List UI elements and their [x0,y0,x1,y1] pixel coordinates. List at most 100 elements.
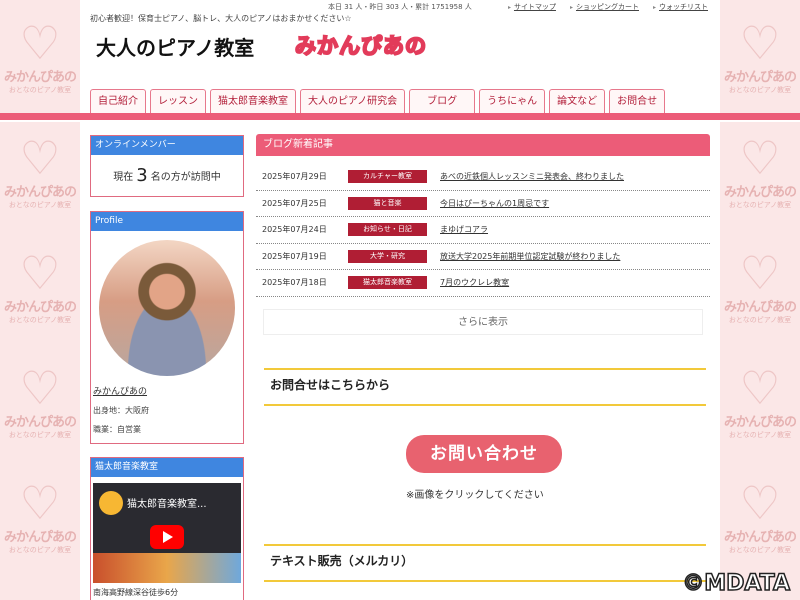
tab-contact[interactable]: お問合せ [609,89,666,113]
post-date: 2025年07月24日 [262,225,327,235]
post-category[interactable]: 猫太郎音楽教室 [348,276,427,290]
tab-adult-piano-study[interactable]: 大人のピアノ研究会 [300,89,406,113]
blog-row: 2025年07月18日 猫太郎音楽教室 7月のウクレレ教室 [256,270,710,297]
heart-note-icon: ♡ [739,361,781,415]
contact-image-button[interactable]: お問い合わせ [406,435,562,473]
post-title-link[interactable]: 今日はぴーちゃんの1周忌です [440,198,549,209]
blog-list: 2025年07月29日 カルチャー教室 あべの近鉄個人レッスンミニ発表会、終わり… [256,164,710,297]
watermark-logo-tile: ♡ みかんぴあの おとなのピアノ教室 [0,135,80,215]
watermark-logo-tile: ♡ みかんぴあの おとなのピアノ教室 [0,480,80,560]
watermark-text: みかんぴあの [723,185,797,200]
contact-heading: お問合せはこちらから [264,368,706,406]
contact-note: ※画像をクリックしてください [406,490,544,501]
site-logo-title[interactable]: 大人のピアノ教室 [96,32,254,61]
heart-note-icon: ♡ [19,246,61,300]
post-title-link[interactable]: まゆげコアラ [440,224,488,235]
blog-row: 2025年07月19日 大学・研究 放送大学2025年前期単位認定試験が終わりま… [256,244,710,270]
blog-row: 2025年07月25日 猫と音楽 今日はぴーちゃんの1周忌です [256,191,710,217]
post-title-link[interactable]: 放送大学2025年前期単位認定試験が終わりました [440,251,620,262]
watermark-logo-tile: ♡ みかんぴあの おとなのピアノ教室 [720,135,800,215]
profile-birthplace: 出身地：大阪府 [93,406,149,415]
play-icon[interactable] [150,525,184,549]
watermark-text: みかんぴあの [723,70,797,85]
sitemap-link[interactable]: サイトマップ [508,2,556,12]
nav-underline [0,113,800,120]
watermark-text: みかんぴあの [3,300,77,315]
heart-note-icon: ♡ [19,131,61,185]
watermark-text: みかんぴあの [3,415,77,430]
blog-row: 2025年07月29日 カルチャー教室 あべの近鉄個人レッスンミニ発表会、終わり… [256,164,710,191]
watermark-subtext: おとなのピアノ教室 [8,86,72,94]
video-thumbnail-banner [93,553,241,583]
heart-note-icon: ♡ [739,246,781,300]
blog-heading: ブログ新着記事 [256,134,710,156]
watermark-text: みかんぴあの [723,415,797,430]
watermark-logo-tile: ♡ みかんぴあの おとなのピアノ教室 [720,365,800,445]
online-prefix: 現在 [113,171,134,183]
copyright-watermark: ©MDATA [681,570,790,597]
shopping-cart-link[interactable]: ショッピングカート [570,2,639,12]
watermark-subtext: おとなのピアノ教室 [728,201,792,209]
video-title: 猫太郎音楽教室... [127,499,207,510]
watermark-text: みかんぴあの [723,530,797,545]
online-members-title: オンラインメンバー [91,136,243,155]
access-counter: 本日 31 人・昨日 303 人・累計 1751958 人 [328,3,472,11]
post-category[interactable]: カルチャー教室 [348,170,427,184]
post-date: 2025年07月29日 [262,172,327,182]
post-date: 2025年07月19日 [262,251,327,261]
post-category[interactable]: お知らせ・日記 [348,223,427,237]
blog-row: 2025年07月24日 お知らせ・日記 まゆげコアラ [256,217,710,244]
heart-note-icon: ♡ [739,16,781,70]
tab-nekotaro-school[interactable]: 猫太郎音楽教室 [210,89,296,113]
profile-box: Profile みかんぴあの 出身地：大阪府 職業：自営業 [90,211,244,444]
watermark-logo-tile: ♡ みかんぴあの おとなのピアノ教室 [0,20,80,100]
heart-note-icon: ♡ [19,361,61,415]
main-nav: 自己紹介 レッスン 猫太郎音楽教室 大人のピアノ研究会 ブログ うちにゃん 論文… [90,89,666,113]
profile-photo [99,240,235,376]
watermark-subtext: おとなのピアノ教室 [8,431,72,439]
watermark-logo-tile: ♡ みかんぴあの おとなのピアノ教室 [0,250,80,330]
post-title-link[interactable]: 7月のウクレレ教室 [440,277,509,288]
watermark-text: みかんぴあの [3,530,77,545]
heart-note-icon: ♡ [19,16,61,70]
watermark-subtext: おとなのピアノ教室 [728,316,792,324]
tab-lesson[interactable]: レッスン [150,89,206,113]
profile-job: 職業：自営業 [93,425,141,434]
post-date: 2025年07月18日 [262,278,327,288]
watermark-subtext: おとなのピアノ教室 [728,431,792,439]
site-tagline: 初心者歓迎！保育士ピアノ、脳トレ、大人のピアノはおまかせください☆ [90,14,352,23]
post-category[interactable]: 大学・研究 [348,249,427,263]
watermark-text: みかんぴあの [723,300,797,315]
watermark-subtext: おとなのピアノ教室 [8,201,72,209]
heart-note-icon: ♡ [739,131,781,185]
watermark-subtext: おとなのピアノ教室 [728,546,792,554]
post-date: 2025年07月25日 [262,198,327,208]
school-access: 南海高野線深谷徒歩6分 [93,588,179,597]
watermark-text: みかんぴあの [3,70,77,85]
site-logo-brand[interactable]: みかんぴあの [294,30,427,60]
profile-title: Profile [91,212,243,231]
watchlist-link[interactable]: ウォッチリスト [653,2,708,12]
online-members-box: オンラインメンバー 現在 3 名の方が訪問中 [90,135,244,197]
post-title-link[interactable]: あべの近鉄個人レッスンミニ発表会、終わりました [440,171,624,182]
text-sales-heading: テキスト販売（メルカリ） [264,544,706,582]
online-count: 現在 3 名の方が訪問中 [91,155,243,195]
show-more-button[interactable]: さらに表示 [263,308,703,335]
post-category[interactable]: 猫と音楽 [348,196,427,210]
watermark-logo-tile: ♡ みかんぴあの おとなのピアノ教室 [720,20,800,100]
tab-self-intro[interactable]: 自己紹介 [90,89,146,113]
tab-uchinyan[interactable]: うちにゃん [479,89,546,113]
tab-papers[interactable]: 論文など [549,89,606,113]
top-links: サイトマップ ショッピングカート ウォッチリスト [508,2,708,12]
channel-avatar-icon [99,491,123,515]
watermark-subtext: おとなのピアノ教室 [8,316,72,324]
school-video[interactable]: 猫太郎音楽教室... [93,483,241,583]
watermark-subtext: おとなのピアノ教室 [728,86,792,94]
top-bar: 本日 31 人・昨日 303 人・累計 1751958 人 サイトマップ ショッ… [80,0,720,12]
heart-note-icon: ♡ [19,476,61,530]
online-number: 3 [136,164,148,186]
profile-name-link[interactable]: みかんぴあの [91,384,243,397]
tab-blog[interactable]: ブログ [409,89,476,113]
online-suffix: 名の方が訪問中 [150,171,221,183]
watermark-logo-tile: ♡ みかんぴあの おとなのピアノ教室 [720,250,800,330]
